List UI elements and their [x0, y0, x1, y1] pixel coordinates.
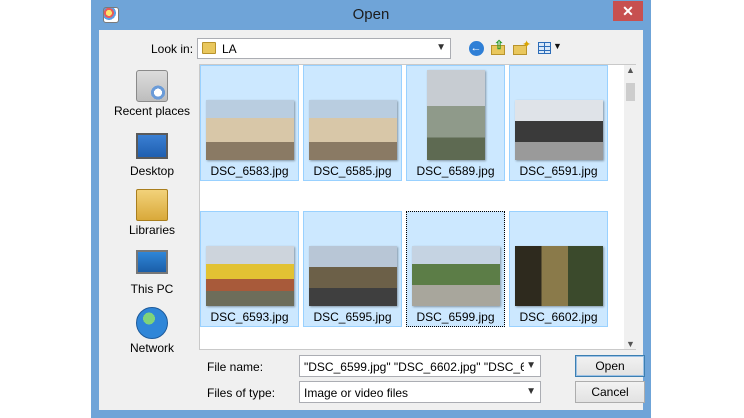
file-name: DSC_6591.jpg	[519, 164, 598, 178]
dialog-client: Look in: LA ▼ ← ⇧ ✦ ▼ Recent places Desk…	[99, 30, 645, 410]
scroll-thumb[interactable]	[626, 83, 635, 101]
chevron-down-icon[interactable]: ▼	[526, 386, 536, 397]
place-network[interactable]: Network	[109, 307, 195, 363]
place-recent-places[interactable]: Recent places	[109, 70, 195, 126]
file-name: DSC_6595.jpg	[313, 310, 392, 324]
image-thumbnail	[515, 100, 603, 160]
file-item[interactable]: DSC_6585.jpg	[303, 65, 402, 181]
open-dialog: Open ✕ Look in: LA ▼ ← ⇧ ✦ ▼ Recent plac…	[91, 0, 651, 418]
network-icon	[136, 307, 168, 339]
file-name-label: File name:	[207, 360, 264, 374]
file-type-label: Files of type:	[207, 386, 276, 400]
recent-places-icon	[136, 70, 168, 102]
chevron-down-icon[interactable]: ▼	[436, 42, 446, 53]
look-in-dropdown[interactable]: LA ▼	[197, 38, 451, 59]
places-bar: Recent places Desktop Libraries This PC …	[109, 66, 195, 356]
place-desktop[interactable]: Desktop	[109, 130, 195, 186]
file-item[interactable]: DSC_6595.jpg	[303, 211, 402, 327]
file-list[interactable]: DSC_6583.jpg DSC_6585.jpg DSC_6589.jpg D…	[199, 64, 636, 350]
file-name: DSC_6599.jpg	[416, 310, 495, 324]
folder-icon	[202, 42, 216, 54]
file-item[interactable]: DSC_6602.jpg	[509, 211, 608, 327]
file-name: DSC_6585.jpg	[313, 164, 392, 178]
window-title: Open	[352, 6, 390, 23]
file-item[interactable]: DSC_6589.jpg	[406, 65, 505, 181]
file-name: DSC_6602.jpg	[519, 310, 598, 324]
title-bar: Open ✕	[91, 0, 651, 30]
this-pc-icon	[136, 250, 168, 274]
cancel-button[interactable]: Cancel	[575, 381, 645, 403]
place-label: This PC	[130, 282, 174, 296]
place-label: Libraries	[128, 223, 176, 237]
file-item[interactable]: DSC_6593.jpg	[200, 211, 299, 327]
look-in-label: Look in:	[151, 42, 194, 56]
file-name: DSC_6589.jpg	[416, 164, 495, 178]
vertical-scrollbar[interactable]: ▲ ▼	[624, 65, 637, 349]
up-folder-button[interactable]: ⇧	[489, 38, 507, 57]
libraries-icon	[136, 189, 168, 221]
image-thumbnail	[309, 100, 397, 160]
file-name-field[interactable]: "DSC_6599.jpg" "DSC_6602.jpg" "DSC_6607 …	[299, 355, 541, 377]
place-label: Network	[129, 341, 174, 355]
views-menu-button[interactable]: ▼	[536, 39, 562, 57]
chevron-down-icon[interactable]: ▼	[526, 360, 536, 371]
file-name: DSC_6583.jpg	[210, 164, 289, 178]
place-this-pc[interactable]: This PC	[109, 248, 195, 304]
open-button[interactable]: Open	[575, 355, 645, 377]
scroll-up-icon[interactable]: ▲	[624, 65, 637, 75]
back-button[interactable]: ←	[467, 39, 485, 57]
image-thumbnail	[412, 246, 500, 306]
image-thumbnail	[427, 70, 485, 160]
new-folder-icon: ✦	[513, 39, 531, 56]
new-folder-button[interactable]: ✦	[512, 39, 531, 57]
place-libraries[interactable]: Libraries	[109, 189, 195, 245]
file-name-value: "DSC_6599.jpg" "DSC_6602.jpg" "DSC_6607	[304, 360, 524, 374]
views-menu-icon: ▼	[538, 41, 562, 55]
image-thumbnail	[206, 100, 294, 160]
file-type-value: Image or video files	[304, 386, 409, 400]
file-item[interactable]: DSC_6591.jpg	[509, 65, 608, 181]
scroll-down-icon[interactable]: ▼	[624, 339, 637, 349]
image-thumbnail	[309, 246, 397, 306]
close-button[interactable]: ✕	[613, 1, 643, 21]
image-thumbnail	[515, 246, 603, 306]
place-label: Recent places	[113, 104, 191, 118]
place-label: Desktop	[129, 164, 175, 178]
back-icon: ←	[468, 40, 484, 56]
up-folder-icon: ⇧	[490, 38, 506, 56]
file-name: DSC_6593.jpg	[210, 310, 289, 324]
file-item[interactable]: DSC_6599.jpg	[406, 211, 505, 327]
file-item[interactable]: DSC_6583.jpg	[200, 65, 299, 181]
desktop-icon	[136, 133, 168, 159]
image-thumbnail	[206, 246, 294, 306]
file-type-select[interactable]: Image or video files ▼	[299, 381, 541, 403]
look-in-value: LA	[222, 42, 237, 56]
